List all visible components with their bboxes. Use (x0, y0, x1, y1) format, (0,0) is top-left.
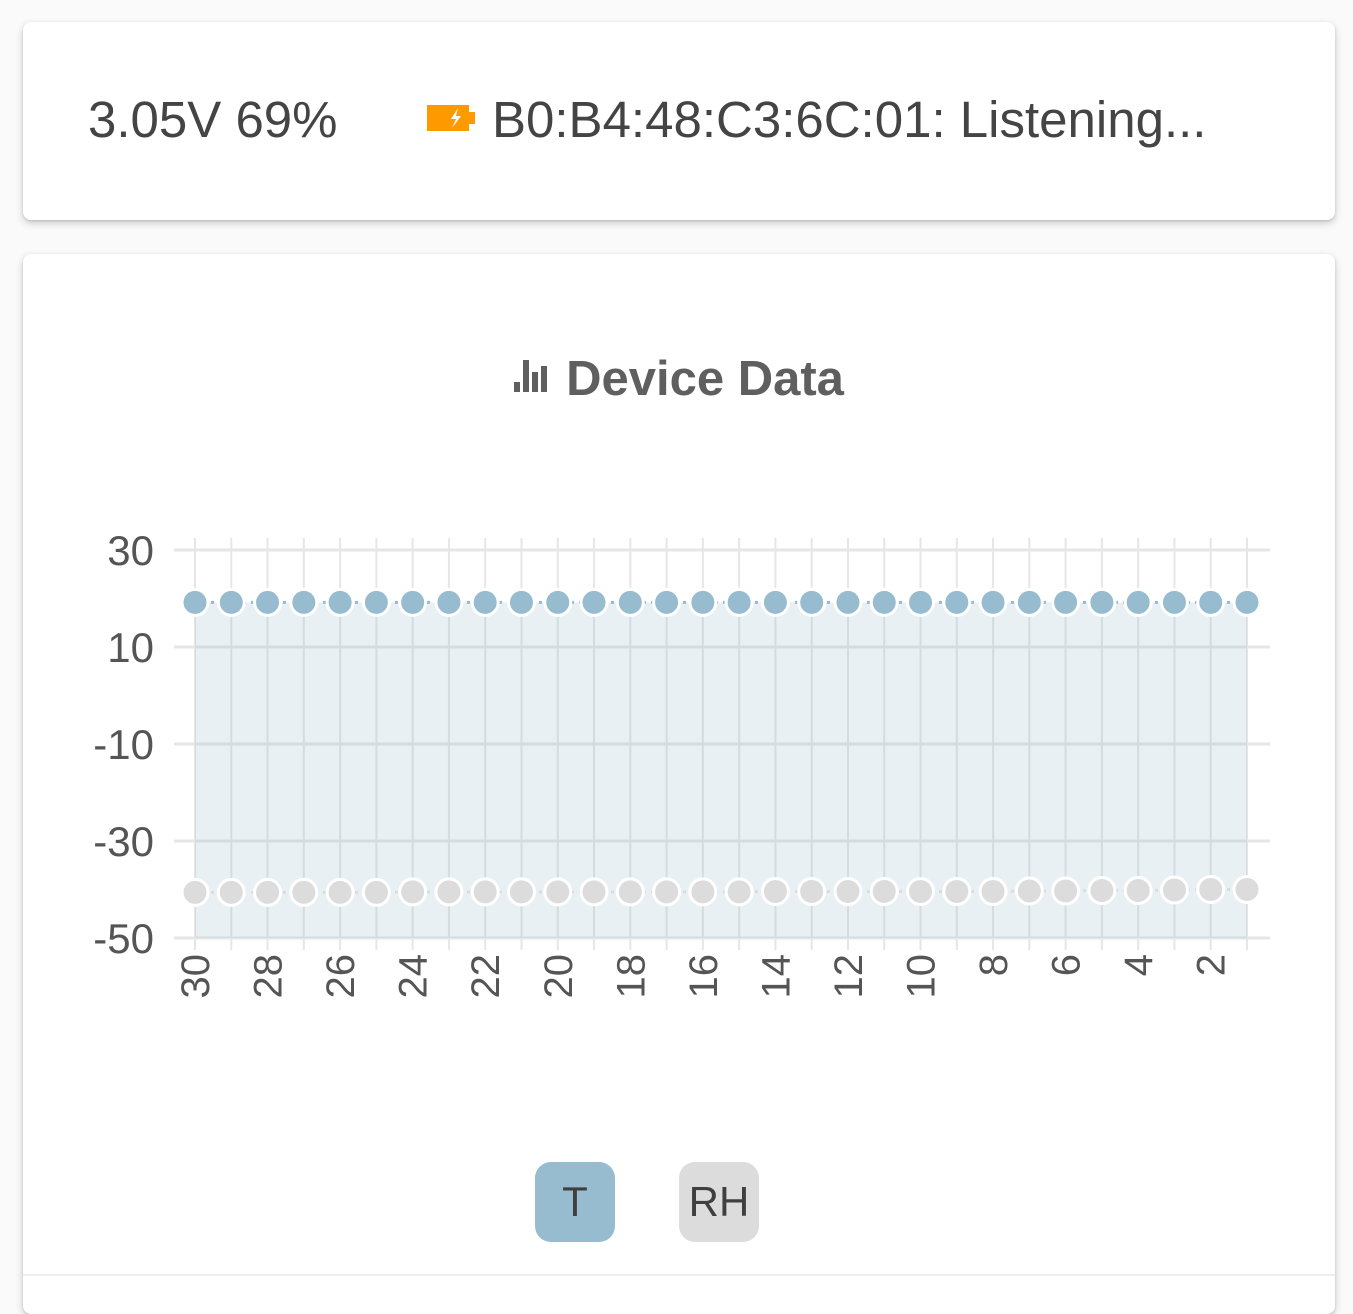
series-t-point (1087, 587, 1117, 617)
series-t-point (1232, 587, 1262, 617)
series-t-point (1051, 587, 1081, 617)
x-tick-label: 30 (174, 954, 218, 999)
series-rh-point (434, 877, 464, 907)
series-t-point (506, 587, 536, 617)
y-tick-label: -10 (93, 721, 154, 768)
series-rh-point (543, 877, 573, 907)
series-rh-point (869, 876, 899, 906)
device-connection-status: B0:B4:48:C3:6C:01: Listening... (492, 91, 1207, 148)
series-rh-point (216, 877, 246, 907)
series-t-point (1014, 587, 1044, 617)
series-rh-point (906, 876, 936, 906)
series-rh-point (797, 876, 827, 906)
series-rh-point (615, 877, 645, 907)
x-tick-label: 24 (392, 954, 436, 999)
device-data-card: Device Data 30 10 -10 -30 -50 30 28 26 24 22 20 18 1… (23, 254, 1335, 1314)
series-t-point (615, 587, 645, 617)
legend-toggle-rh[interactable]: RH (679, 1162, 759, 1242)
y-tick-label: 30 (107, 527, 154, 574)
series-rh-point (325, 877, 355, 907)
x-tick-label: 18 (609, 954, 653, 999)
series-t-point (289, 587, 319, 617)
series-t-point (724, 587, 754, 617)
y-tick-label: 10 (107, 624, 154, 671)
device-status-card: 3.05V 69% B0:B4:48:C3:6C:01: Listening..… (23, 22, 1335, 220)
series-rh-point (470, 877, 500, 907)
series-t-point (833, 587, 863, 617)
y-tick-label: -30 (93, 818, 154, 865)
x-tick-label: 8 (972, 954, 1016, 976)
series-rh-point (760, 876, 790, 906)
series-rh-point (724, 877, 754, 907)
divider (23, 1274, 1335, 1276)
series-t-point (470, 587, 500, 617)
series-t-point (180, 587, 210, 617)
series-t-point (1159, 587, 1189, 617)
series-t-point (652, 587, 682, 617)
chart-legend: T RH (23, 1162, 1335, 1242)
series-rh-point (1014, 876, 1044, 906)
series-rh-point (688, 877, 718, 907)
x-tick-label: 10 (900, 954, 944, 999)
series-rh-point (398, 877, 428, 907)
x-tick-label: 6 (1045, 954, 1089, 976)
series-rh-point (579, 877, 609, 907)
series-rh-point (289, 877, 319, 907)
x-tick-label: 28 (247, 954, 291, 999)
y-tick-label: -50 (93, 915, 154, 962)
device-data-chart: 30 10 -10 -30 -50 30 28 26 24 22 20 18 16 14 12 10 8 6 4 2 (93, 527, 1270, 999)
battery-voltage-text: 3.05V 69% (88, 91, 338, 148)
series-t-point (978, 587, 1008, 617)
series-rh-point (652, 877, 682, 907)
series-rh-point (1232, 875, 1262, 904)
x-tick-label: 20 (537, 954, 581, 999)
series-t-point (434, 587, 464, 617)
legend-toggle-t[interactable]: T (535, 1162, 615, 1242)
series-t-point (543, 587, 573, 617)
x-tick-label: 26 (319, 954, 363, 999)
series-t-point (906, 587, 936, 617)
series-t-point (579, 587, 609, 617)
series-rh-point (1051, 876, 1081, 906)
series-t-point (253, 587, 283, 617)
battery-charging-icon (427, 105, 475, 131)
series-t-point (216, 587, 246, 617)
series-t-point (869, 587, 899, 617)
series-t-point (398, 587, 428, 617)
x-tick-label: 4 (1117, 954, 1161, 976)
x-tick-label: 14 (754, 954, 798, 999)
x-tick-label: 16 (682, 954, 726, 999)
series-t-point (797, 587, 827, 617)
series-rh-point (361, 877, 391, 907)
series-rh-point (1087, 875, 1117, 905)
series-rh-point (180, 877, 210, 907)
series-t-point (1196, 587, 1226, 617)
series-t-point (760, 587, 790, 617)
series-rh-point (253, 877, 283, 907)
series-rh-point (833, 876, 863, 906)
series-t-point (361, 587, 391, 617)
series-rh-point (942, 876, 972, 906)
x-tick-label: 22 (464, 954, 508, 999)
series-rh-point (1159, 875, 1189, 905)
series-t-point (942, 587, 972, 617)
series-rh-point (1123, 875, 1153, 905)
series-rh-point (506, 877, 536, 907)
series-t-point (688, 587, 718, 617)
series-rh-point (1196, 875, 1226, 904)
x-tick-label: 2 (1190, 954, 1234, 976)
series-t-point (325, 587, 355, 617)
series-rh-point (978, 876, 1008, 906)
x-tick-label: 12 (827, 954, 871, 999)
series-t-point (1123, 587, 1153, 617)
